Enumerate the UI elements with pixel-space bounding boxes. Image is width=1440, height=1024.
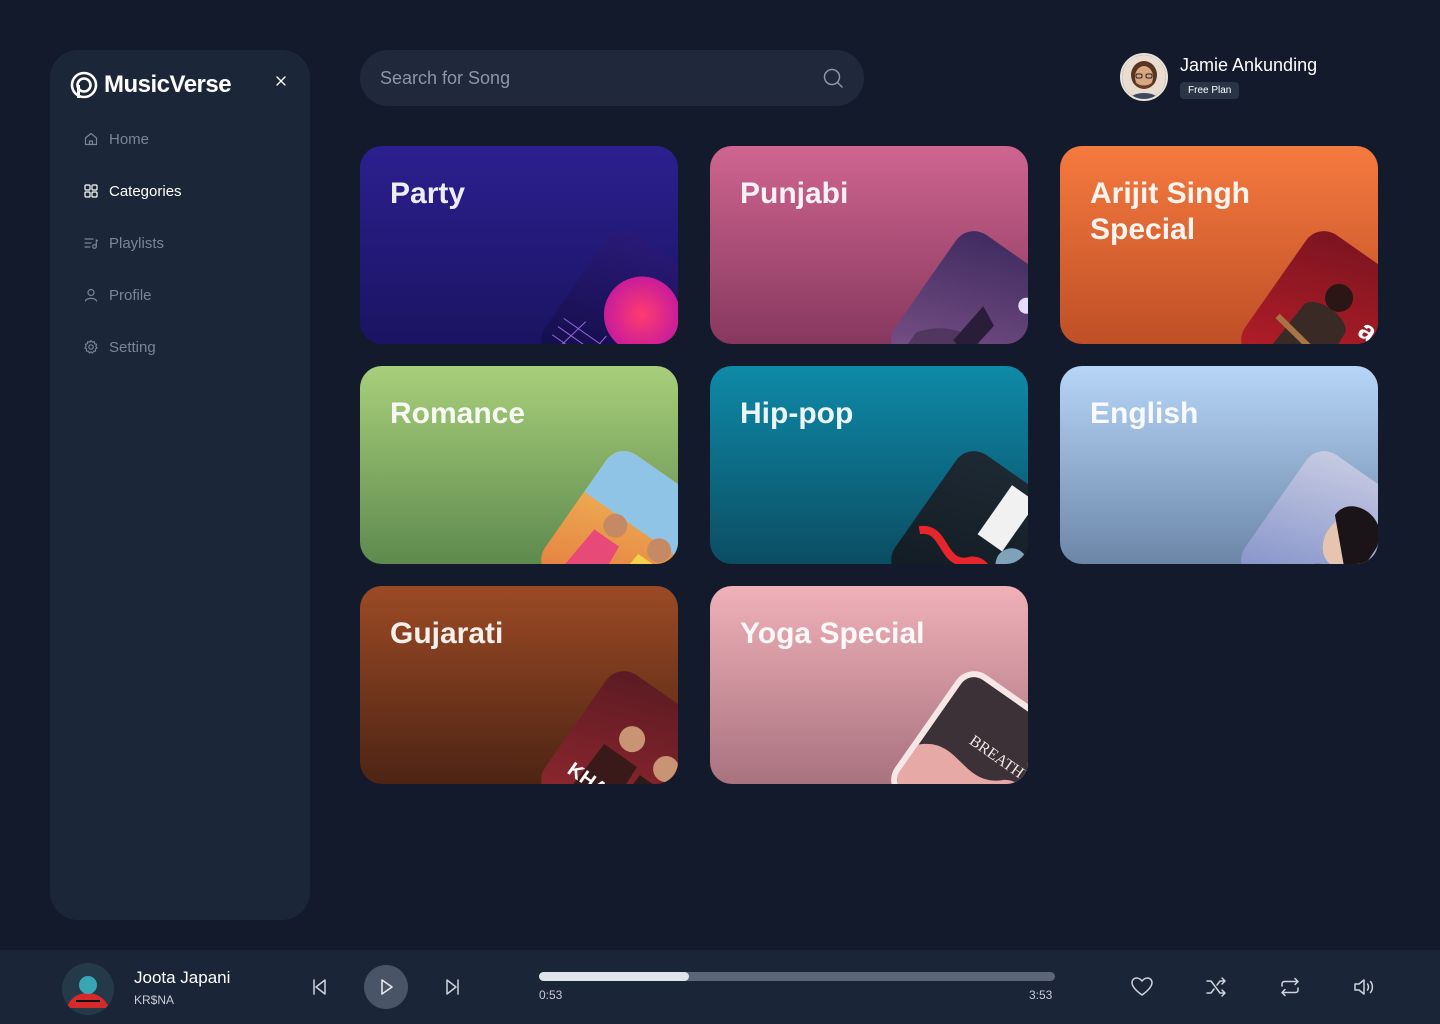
category-title: English <box>1090 397 1199 430</box>
sidebar-item-label: Setting <box>109 338 156 356</box>
skip-back-icon <box>313 979 326 995</box>
volume-icon <box>1354 979 1374 995</box>
home-icon <box>84 132 98 146</box>
brand-name: MusicVerse <box>104 71 232 98</box>
category-card-english[interactable]: English <box>1060 366 1378 564</box>
category-card-arijit-singh-special[interactable]: Arijit Singh Special arij <box>1060 146 1378 344</box>
avatar[interactable] <box>1120 53 1168 101</box>
play-icon <box>381 979 393 995</box>
category-artwork <box>1232 442 1378 564</box>
category-card-romance[interactable]: Romance <box>360 366 678 564</box>
total-duration: 3:53 <box>1029 988 1053 1002</box>
player-bar: Joota Japani KR$NA 0:53 3:53 <box>0 950 1440 1024</box>
category-title: Party <box>390 177 466 210</box>
user-icon <box>84 288 98 302</box>
user-profile[interactable]: Jamie Ankunding Free Plan <box>1120 53 1317 101</box>
shuffle-button[interactable] <box>1203 974 1229 1000</box>
sidebar-item-label: Categories <box>109 182 182 200</box>
close-sidebar-button[interactable] <box>271 71 291 91</box>
track-title: Joota Japani <box>134 968 231 987</box>
sidebar-item-label: Playlists <box>109 234 165 252</box>
category-title: Arijit Singh Special <box>1090 177 1250 246</box>
repeat-icon <box>1281 977 1299 997</box>
playlist-icon <box>84 238 99 249</box>
category-title: Hip-pop <box>740 397 854 430</box>
track-artist: KR$NA <box>134 993 175 1007</box>
heart-icon <box>1131 977 1153 996</box>
previous-button[interactable] <box>308 975 332 999</box>
sidebar-nav: Home Categories Playlists Profile Settin… <box>83 126 182 386</box>
elapsed-time: 0:53 <box>539 988 563 1002</box>
search-input[interactable] <box>380 67 822 89</box>
progress-fill <box>539 972 689 981</box>
category-artwork <box>532 442 678 564</box>
category-card-yoga-special[interactable]: Yoga Special BREATHE <box>710 586 1028 784</box>
sidebar-item-setting[interactable]: Setting <box>83 334 182 360</box>
volume-button[interactable] <box>1351 974 1377 1000</box>
grid-icon <box>84 184 98 198</box>
category-card-punjabi[interactable]: Punjabi <box>710 146 1028 344</box>
next-button[interactable] <box>440 975 464 999</box>
category-card-party[interactable]: Party <box>360 146 678 344</box>
sidebar-item-profile[interactable]: Profile <box>83 282 182 308</box>
skip-forward-icon <box>446 979 459 995</box>
like-button[interactable] <box>1129 974 1155 1000</box>
search-bar <box>360 50 864 106</box>
svg-text:arij: arij <box>1353 314 1378 344</box>
logo-icon <box>70 71 98 99</box>
category-title: Romance <box>390 397 526 430</box>
sidebar-item-label: Profile <box>109 286 152 304</box>
category-title: Gujarati <box>390 617 504 650</box>
search-icon[interactable] <box>822 67 844 89</box>
gear-icon <box>84 339 98 354</box>
sidebar-item-categories[interactable]: Categories <box>83 178 182 204</box>
plan-badge: Free Plan <box>1180 82 1240 99</box>
sidebar-item-label: Home <box>109 130 150 148</box>
sidebar: MusicVerse Home Categories Playlists Pro… <box>50 50 310 920</box>
shuffle-icon <box>1206 977 1226 997</box>
user-name: Jamie Ankunding <box>1180 55 1318 75</box>
sidebar-item-home[interactable]: Home <box>83 126 182 152</box>
category-artwork <box>532 222 678 344</box>
brand[interactable]: MusicVerse <box>70 70 232 100</box>
category-artwork <box>882 442 1028 564</box>
category-title: Yoga Special <box>740 617 925 650</box>
user-info: Jamie Ankunding Free Plan <box>1180 55 1317 99</box>
category-artwork: BREATHE <box>882 662 1028 784</box>
play-button[interactable] <box>364 965 408 1009</box>
category-card-hip-pop[interactable]: Hip-pop <box>710 366 1028 564</box>
category-artwork: KHAL <box>532 662 678 784</box>
avatar-image <box>1122 55 1166 99</box>
sidebar-item-playlists[interactable]: Playlists <box>83 230 182 256</box>
repeat-button[interactable] <box>1277 974 1303 1000</box>
category-card-gujarati[interactable]: Gujarati KHAL <box>360 586 678 784</box>
category-title: Punjabi <box>740 177 849 210</box>
close-icon <box>276 76 286 86</box>
track-artwork[interactable] <box>62 963 114 1015</box>
category-artwork <box>882 222 1028 344</box>
progress-slider[interactable] <box>539 972 1055 981</box>
